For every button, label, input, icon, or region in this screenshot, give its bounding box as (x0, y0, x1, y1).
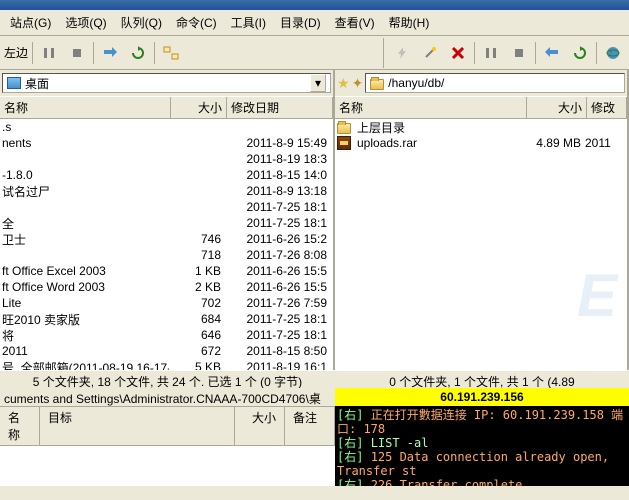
col-name-r[interactable]: 名称 (335, 97, 527, 118)
remote-header: 名称 大小 修改 (335, 96, 627, 119)
list-item[interactable]: 旺2010 卖家版6842011-7-25 18:1 (0, 311, 333, 327)
list-item[interactable]: 7182011-7-26 8:08 (0, 247, 333, 263)
list-item[interactable]: 试名过尸2011-8-9 13:18 (0, 183, 333, 199)
star-icon[interactable]: ✦ (352, 75, 364, 92)
refresh-icon[interactable] (126, 41, 150, 65)
favorite-icon[interactable]: ★ (337, 75, 350, 92)
transfer-right-icon[interactable] (540, 41, 564, 65)
log-panel: [右] 正在打开數据连接 IP: 60.191.239.158 端口: 178[… (335, 406, 629, 486)
list-item[interactable]: ft Office Word 20032 KB2011-6-26 15:5 (0, 279, 333, 295)
menu-view[interactable]: 查看(V) (329, 12, 381, 33)
folder-icon (370, 79, 384, 90)
list-item[interactable]: 上层目录 (335, 119, 627, 135)
list-item[interactable]: 全2011-7-25 18:1 (0, 215, 333, 231)
tab-size[interactable]: 大小 (235, 407, 285, 445)
local-filelist: .snents2011-8-9 15:492011-8-19 18:3-1.8.… (0, 119, 333, 370)
menubar: 站点(G) 选项(Q) 队列(Q) 命令(C) 工具(I) 目录(D) 查看(V… (0, 10, 629, 36)
globe-icon[interactable] (601, 41, 625, 65)
tab-target[interactable]: 目标 (40, 407, 235, 445)
col-size-r[interactable]: 大小 (527, 97, 587, 118)
folder-tree-icon[interactable] (159, 41, 183, 65)
toolbar-label: 左边 (4, 44, 28, 61)
ip-highlight: 60.191.239.156 (335, 388, 629, 406)
local-pane: 桌面 ▾ 名称 大小 修改日期 .snents2011-8-9 15:49201… (0, 70, 335, 370)
list-item[interactable]: 将6462011-7-25 18:1 (0, 327, 333, 343)
col-date[interactable]: 修改日期 (227, 97, 333, 118)
remote-path-input[interactable]: /hanyu/db/ (365, 73, 625, 93)
menu-queue[interactable]: 队列(Q) (115, 12, 168, 33)
up-folder-icon (337, 123, 351, 134)
desktop-icon (7, 77, 21, 89)
stop-right-icon[interactable] (507, 41, 531, 65)
list-item[interactable]: 20116722011-8-15 8:50 (0, 343, 333, 359)
menu-tools[interactable]: 工具(I) (225, 12, 272, 33)
tab-remark[interactable]: 备注 (285, 407, 335, 445)
col-name[interactable]: 名称 (0, 97, 171, 118)
list-item[interactable]: .s (0, 119, 333, 135)
list-item[interactable]: ft Office Excel 20031 KB2011-6-26 15:5 (0, 263, 333, 279)
local-fullpath: cuments and Settings\Administrator.CNAAA… (0, 388, 335, 406)
list-item[interactable]: -1.8.02011-8-15 14:0 (0, 167, 333, 183)
remote-filelist: E 上层目录uploads.rar4.89 MB2011 (335, 119, 627, 370)
col-date-r[interactable]: 修改 (587, 97, 627, 118)
transfer-icon[interactable] (98, 41, 122, 65)
menu-options[interactable]: 选项(Q) (59, 12, 112, 33)
dropdown-icon[interactable]: ▾ (310, 74, 326, 92)
remote-status: 0 个文件夹, 1 个文件, 共 1 个 (4.89 (335, 370, 629, 388)
list-item[interactable]: 卫士7462011-6-26 15:2 (0, 231, 333, 247)
list-item[interactable]: uploads.rar4.89 MB2011 (335, 135, 627, 151)
queue-tabs: 名称 目标 大小 备注 (0, 406, 335, 445)
menu-command[interactable]: 命令(C) (170, 12, 223, 33)
menu-help[interactable]: 帮助(H) (383, 12, 436, 33)
tab-name[interactable]: 名称 (0, 407, 40, 445)
local-path-input[interactable]: 桌面 ▾ (2, 73, 331, 93)
lightning-icon[interactable] (390, 41, 414, 65)
list-item[interactable]: Lite7022011-7-26 7:59 (0, 295, 333, 311)
queue-list (0, 445, 335, 486)
toolbar: 左边 (0, 36, 629, 70)
refresh-right-icon[interactable] (568, 41, 592, 65)
local-status: 5 个文件夹, 18 个文件, 共 24 个. 已选 1 个 (0 字节) (0, 370, 335, 388)
list-item[interactable]: 号_全部邮箱(2011-08-19 16-17-29).txt5 KB2011-… (0, 359, 333, 370)
rar-icon (337, 136, 351, 150)
list-item[interactable]: nents2011-8-9 15:49 (0, 135, 333, 151)
pause-right-icon[interactable] (479, 41, 503, 65)
disconnect-icon[interactable] (446, 41, 470, 65)
menu-site[interactable]: 站点(G) (4, 12, 57, 33)
wand-icon[interactable] (418, 41, 442, 65)
list-item[interactable]: 2011-8-19 18:3 (0, 151, 333, 167)
remote-pane: ★ ✦ /hanyu/db/ 名称 大小 修改 E 上层目录uploads.ra… (335, 70, 629, 370)
pause-icon[interactable] (37, 41, 61, 65)
menu-directory[interactable]: 目录(D) (274, 12, 327, 33)
col-size[interactable]: 大小 (171, 97, 227, 118)
local-header: 名称 大小 修改日期 (0, 96, 333, 119)
list-item[interactable]: 2011-7-25 18:1 (0, 199, 333, 215)
stop-icon[interactable] (65, 41, 89, 65)
